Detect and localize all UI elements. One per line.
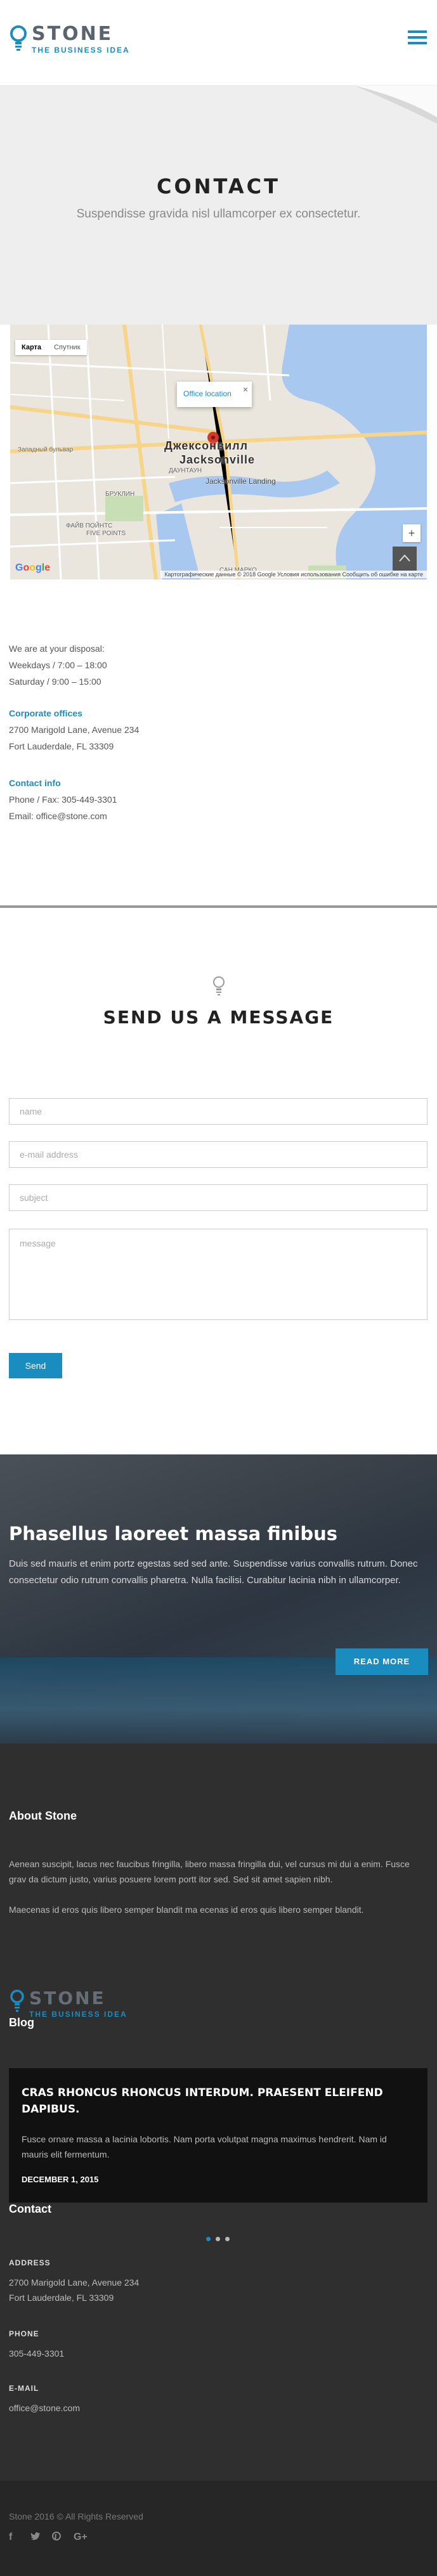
map-city-label: Джексонвилл Jacksonville [164, 439, 255, 467]
office-address-line2: Fort Lauderdale, FL 33309 [9, 741, 114, 751]
map-area-label: ФАЙВ ПОЙНТС [66, 522, 113, 529]
carousel-dot[interactable] [216, 2237, 220, 2241]
hours-weekdays: Weekdays / 7:00 – 18:00 [9, 660, 107, 670]
chevron-up-icon [399, 554, 410, 562]
lightbulb-icon [9, 24, 28, 55]
map-popup-text: Office location [183, 389, 232, 398]
phone-label: PHONE [9, 2329, 39, 2338]
about-text-2: Maecenas id eros quis libero semper blan… [9, 1905, 364, 1915]
footer-logo-name: STONE [29, 1988, 106, 2009]
page-title: CONTACT [157, 174, 280, 198]
contact-info: We are at your disposal: Weekdays / 7:00… [9, 640, 427, 824]
pinterest-icon[interactable] [52, 2532, 74, 2544]
map-city-label-en: Jacksonville [179, 453, 256, 466]
offices-heading: Corporate offices [9, 708, 82, 718]
section-divider [0, 905, 437, 908]
about-heading: About Stone [9, 1809, 77, 1822]
map-zoom-controls: + [403, 524, 421, 542]
address-line2: Fort Lauderdale, FL 33309 [9, 2293, 114, 2303]
footer-bottom-bar: Stone 2016 © All Rights Reserved f G+ [0, 2481, 437, 2576]
email-value[interactable]: office@stone.com [9, 2400, 80, 2416]
logo-tagline: THE BUSINESS IDEA [32, 46, 130, 55]
phone-text: Phone / Fax: 305-449-3301 [9, 794, 117, 805]
carousel-dot[interactable] [206, 2237, 211, 2241]
lightbulb-icon [213, 976, 225, 995]
facebook-icon[interactable]: f [9, 2532, 30, 2544]
map-attribution[interactable]: Картографические данные © 2018 Google Ус… [160, 571, 427, 578]
promo-banner: Phasellus laoreet massa finibus Duis sed… [0, 1454, 437, 1744]
menu-icon[interactable] [408, 30, 427, 47]
page-title-band: CONTACT Suspendisse gravida nisl ullamco… [0, 86, 437, 325]
carousel-dots [206, 2237, 235, 2241]
twitter-icon[interactable] [30, 2532, 52, 2544]
phone-value: 305-449-3301 [9, 2348, 65, 2359]
post-title[interactable]: CRAS RHONCUS RHONCUS INTERDUM. PRAESENT … [22, 2085, 415, 2118]
map-type-satellite[interactable]: Спутник [48, 340, 86, 355]
post-excerpt: Fusce ornare massa a lacinia lobortis. N… [22, 2134, 387, 2159]
map-type-map[interactable]: Карта [15, 340, 48, 355]
email-label: E-MAIL [9, 2384, 39, 2393]
map-area-label: БРУКЛИН [105, 491, 135, 498]
subject-field[interactable] [9, 1184, 427, 1211]
email-field[interactable] [9, 1141, 427, 1168]
footer-logo-tagline: THE BUSINESS IDEA [29, 2010, 127, 2019]
form-title: SEND US A MESSAGE [103, 1007, 334, 1028]
site-footer: About Stone Aenean suscipit, lacus nec f… [0, 1744, 437, 2481]
message-field[interactable] [9, 1229, 427, 1320]
carousel-dot[interactable] [225, 2237, 230, 2241]
hours-saturday: Saturday / 9:00 – 15:00 [9, 676, 101, 687]
lightbulb-icon [10, 1990, 24, 2012]
name-field[interactable] [9, 1098, 427, 1125]
post-date: DECEMBER 1, 2015 [22, 2175, 99, 2184]
page-subtitle: Suspendisse gravida nisl ullamcorper ex … [76, 207, 361, 221]
footer-logo[interactable]: STONE THE BUSINESS IDEA [9, 1988, 127, 2019]
map-area-label: FIVE POINTS [86, 530, 126, 537]
scroll-top-button[interactable] [393, 547, 417, 571]
office-address-line1: 2700 Marigold Lane, Avenue 234 [9, 725, 140, 735]
read-more-button[interactable]: READ MORE [336, 1648, 428, 1675]
email-text: Email: office@stone.com [9, 811, 107, 821]
blog-post-card[interactable]: CRAS RHONCUS RHONCUS INTERDUM. PRAESENT … [9, 2068, 427, 2203]
social-links: f G+ [9, 2532, 95, 2544]
site-header: STONE THE BUSINESS IDEA [0, 0, 437, 86]
logo-name: STONE [32, 23, 114, 45]
map-road-label: Западный бульвар [18, 446, 74, 453]
contact-heading: Contact [9, 2203, 51, 2215]
page-curl-decoration [355, 86, 437, 124]
location-map[interactable]: Карта Спутник Office location × Джексонв… [10, 325, 427, 579]
contact-heading: Contact info [9, 778, 61, 788]
banner-text: Duis sed mauris et enim portz egestas se… [9, 1558, 418, 1586]
google-logo: Google [15, 562, 51, 573]
site-logo[interactable]: STONE THE BUSINESS IDEA [9, 24, 130, 55]
map-info-window: Office location × [177, 382, 252, 407]
map-city-label-ru: Джексонвилл [164, 439, 249, 452]
about-text-1: Aenean suscipit, lacus nec faucibus frin… [9, 1859, 410, 1884]
copyright-text: Stone 2016 © All Rights Reserved [9, 2511, 143, 2521]
close-icon[interactable]: × [243, 384, 248, 394]
address-label: ADDRESS [9, 2258, 51, 2267]
banner-title: Phasellus laoreet massa finibus [9, 1523, 338, 1544]
map-type-toggle[interactable]: Карта Спутник [15, 340, 87, 355]
availability-intro: We are at your disposal: [9, 644, 105, 654]
googleplus-icon[interactable]: G+ [74, 2532, 95, 2544]
address-line1: 2700 Marigold Lane, Avenue 234 [9, 2277, 140, 2288]
map-area-label: ДАУНТАУН [169, 467, 202, 474]
zoom-in-button[interactable]: + [403, 524, 421, 542]
blog-heading: Blog [9, 2016, 34, 2029]
send-button[interactable]: Send [9, 1353, 62, 1378]
map-landmark-label: Jacksonville Landing [205, 477, 276, 486]
